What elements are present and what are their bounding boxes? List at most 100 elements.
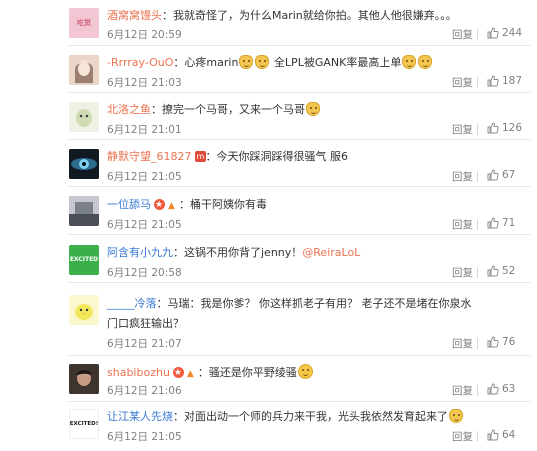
comment-text: ：今天你踩洞踩得很骚气 服6 <box>205 150 349 163</box>
divider <box>477 385 478 396</box>
comment-time: 6月12日 21:05 <box>107 431 182 443</box>
avatar[interactable] <box>69 149 99 179</box>
comment-item: 静默守望_61827：今天你踩洞踩得很骚气 服6 6月12日 21:05 回复 … <box>0 140 537 187</box>
username-link[interactable]: 让江某人先烧 <box>107 410 173 423</box>
comment-time: 6月12日 20:59 <box>107 29 182 41</box>
comment-item: EXCITED! 让江某人先烧：对面出动一个师的兵力来干我，光头我依然发育起来了… <box>0 402 537 451</box>
avatar[interactable]: 吃货 <box>69 8 99 38</box>
smile-emoji-icon <box>297 364 313 379</box>
avatar-label: EXCITED! <box>69 421 99 427</box>
cat-emoji-icon <box>306 102 320 116</box>
divider <box>477 29 478 40</box>
username-link[interactable]: 一位舔马 <box>107 198 151 211</box>
like-button[interactable]: 187 <box>487 75 522 87</box>
like-button[interactable]: 67 <box>487 169 515 181</box>
like-count: 52 <box>502 265 516 277</box>
thumb-up-icon <box>487 27 499 39</box>
avatar[interactable] <box>69 364 99 394</box>
like-count: 63 <box>502 383 516 395</box>
divider <box>477 431 478 442</box>
reply-button[interactable]: 回复 <box>452 265 473 280</box>
avatar-image <box>69 149 99 179</box>
like-count: 76 <box>502 336 516 348</box>
username-link[interactable]: _____冷落 <box>107 297 157 310</box>
comment-time: 6月12日 21:06 <box>107 385 182 397</box>
comment-text: ：桶干阿姨你有毒 <box>179 198 267 211</box>
like-count: 71 <box>502 217 516 229</box>
avatar[interactable] <box>69 196 99 226</box>
username-link[interactable]: shabibozhu <box>107 366 170 379</box>
comment-text: ：这锅不用你背了jenny！ <box>173 246 303 259</box>
comment-text: ：骚还是你平野绫骚 <box>197 366 297 379</box>
cat-emoji-icon <box>418 55 433 69</box>
divider <box>477 267 478 278</box>
avatar[interactable]: EXCITED <box>69 245 99 275</box>
reply-button[interactable]: 回复 <box>452 27 473 42</box>
reply-button[interactable]: 回复 <box>452 217 473 232</box>
like-button[interactable]: 52 <box>487 265 515 277</box>
thumb-up-icon <box>487 265 499 277</box>
thumb-up-icon <box>487 122 499 134</box>
thumb-up-icon <box>487 336 499 348</box>
level-up-icon <box>168 198 179 214</box>
avatar[interactable] <box>69 295 99 325</box>
divider <box>477 77 478 88</box>
like-button[interactable]: 63 <box>487 383 515 395</box>
avatar-image <box>69 295 99 325</box>
comment-time: 6月12日 21:07 <box>107 338 182 350</box>
like-count: 244 <box>502 27 523 39</box>
like-button[interactable]: 71 <box>487 217 515 229</box>
comment-text: ：心疼marin <box>173 56 239 69</box>
like-button[interactable]: 64 <box>487 429 515 441</box>
cat-emoji-icon <box>239 55 254 69</box>
comment-body: 北洛之鱼：撩完一个马哥，又来一个马哥 <box>107 102 523 118</box>
like-count: 187 <box>502 75 523 87</box>
cat-emoji-icon <box>449 409 463 423</box>
comment-item: 一位舔马 ：桶干阿姨你有毒 6月12日 21:05 回复 71 <box>0 187 537 235</box>
like-count: 126 <box>502 122 523 134</box>
comment-time: 6月12日 20:58 <box>107 267 182 279</box>
avatar-image <box>69 55 99 85</box>
comment-body: 酒窝窝馒头：我就奇怪了，为什么Marin就给你拍。其他人他很嫌弃。。。 <box>107 8 523 24</box>
comment-time: 6月12日 21:01 <box>107 124 182 136</box>
like-button[interactable]: 76 <box>487 336 515 348</box>
comment-item: 北洛之鱼：撩完一个马哥，又来一个马哥 6月12日 21:01 回复 126 <box>0 93 537 140</box>
reply-button[interactable]: 回复 <box>452 75 473 90</box>
username-link[interactable]: 静默守望_61827 <box>107 150 192 163</box>
comment-text: ：马瑞：我是你爹？ 你这样抓老子有用？ 老子还不是堵在你泉水门口疯狂输出？ <box>107 297 472 330</box>
avatar-image <box>69 364 99 394</box>
reply-button[interactable]: 回复 <box>452 383 473 398</box>
like-count: 67 <box>502 169 516 181</box>
avatar[interactable] <box>69 55 99 85</box>
like-button[interactable]: 244 <box>487 27 522 39</box>
thumb-up-icon <box>487 429 499 441</box>
comment-item: _____冷落：马瑞：我是你爹？ 你这样抓老子有用？ 老子还不是堵在你泉水门口疯… <box>0 283 537 356</box>
reply-button[interactable]: 回复 <box>452 169 473 184</box>
comment-time: 6月12日 21:05 <box>107 171 182 183</box>
like-button[interactable]: 126 <box>487 122 522 134</box>
avatar[interactable] <box>69 102 99 132</box>
comment-text-cont: 全LPL被GANK率最高上单 <box>270 56 402 69</box>
reply-button[interactable]: 回复 <box>452 336 473 351</box>
like-count: 64 <box>502 429 516 441</box>
username-link[interactable]: -Rrrray-OuO <box>107 56 173 69</box>
star-badge-icon <box>154 197 165 213</box>
comment-item: 吃货 酒窝窝馒头：我就奇怪了，为什么Marin就给你拍。其他人他很嫌弃。。。 6… <box>0 0 537 46</box>
comment-item: shabibozhu ：骚还是你平野绫骚 6月12日 21:06 回复 63 <box>0 356 537 402</box>
mention-link[interactable]: @ReiraLoL <box>302 246 360 259</box>
avatar-label: EXCITED <box>69 256 99 263</box>
reply-button[interactable]: 回复 <box>452 122 473 137</box>
username-link[interactable]: 北洛之鱼 <box>107 103 151 116</box>
reply-button[interactable]: 回复 <box>452 429 473 444</box>
thumb-up-icon <box>487 169 499 181</box>
username-link[interactable]: 酒窝窝馒头 <box>107 9 162 22</box>
comment-text: ：对面出动一个师的兵力来干我，光头我依然发育起来了 <box>173 410 448 423</box>
comment-text: ：我就奇怪了，为什么Marin就给你拍。其他人他很嫌弃。。。 <box>162 9 457 22</box>
username-link[interactable]: 阿含有小九九 <box>107 246 173 259</box>
comment-time: 6月12日 21:03 <box>107 77 182 89</box>
divider <box>477 171 478 182</box>
avatar[interactable]: EXCITED! <box>69 409 99 439</box>
avatar-image <box>69 102 99 132</box>
avatar-image <box>69 196 99 226</box>
comment-body: _____冷落：马瑞：我是你爹？ 你这样抓老子有用？ 老子还不是堵在你泉水门口疯… <box>107 294 475 334</box>
